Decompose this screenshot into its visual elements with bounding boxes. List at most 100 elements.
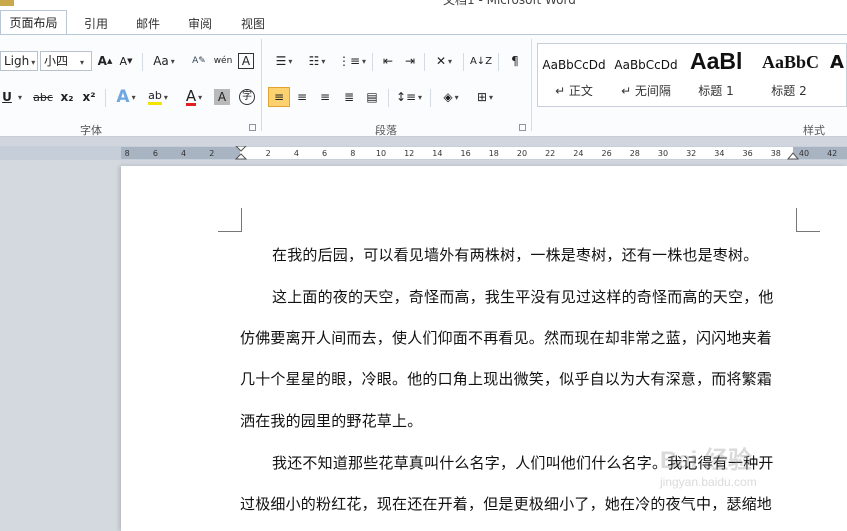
ruler-tick-label: 2 xyxy=(265,149,271,158)
borders-icon[interactable]: ⊞ ▾ xyxy=(471,87,499,107)
style-name: ↵ 正文 xyxy=(555,84,593,98)
horizontal-ruler[interactable]: 8 6 4 2 2 4 6 8 10 12 14 16 18 20 22 24 26 28 30 32 34 36 38 40… xyxy=(0,146,847,160)
font-color-button[interactable]: A ▾ xyxy=(179,87,209,107)
crop-mark-top-right xyxy=(796,208,820,232)
ruler-tick-label: 6 xyxy=(152,149,158,158)
bullets-button[interactable]: ☰ ▾ xyxy=(270,51,298,71)
styles-group-label: 样式 xyxy=(803,124,825,137)
character-border-button[interactable]: A xyxy=(238,53,254,69)
title-bar: 文档1 - Microsoft Word xyxy=(0,0,847,8)
character-shading-button[interactable]: A xyxy=(214,89,230,105)
ruler-tick-label: 34 xyxy=(714,149,725,158)
show-marks-button[interactable]: ¶ xyxy=(505,51,525,71)
ruler-tick-label: 40 xyxy=(798,149,810,158)
ruler-tick-label: 18 xyxy=(488,149,499,158)
document-line[interactable]: 洒在我的园里的野花草上。 xyxy=(240,410,800,431)
indent-marker-icon[interactable] xyxy=(235,146,247,160)
separator xyxy=(372,53,373,71)
font-size-select[interactable]: 小四 ▾ xyxy=(40,51,92,71)
line-spacing-button[interactable]: ↕≡ ▾ xyxy=(395,87,423,107)
underline-button[interactable]: U xyxy=(0,87,14,107)
style-sample: AaBbCcDd xyxy=(542,58,606,72)
ruler-tick-label: 6 xyxy=(322,149,328,158)
justify-button[interactable]: ≣ xyxy=(339,87,359,107)
separator xyxy=(142,53,143,71)
ruler-tick-label: 8 xyxy=(124,149,130,158)
style-more[interactable]: A xyxy=(828,44,846,106)
align-right-button[interactable]: ≡ xyxy=(315,87,335,107)
decrease-indent-button[interactable]: ⇤ xyxy=(378,51,398,71)
ruler-tick-label: 16 xyxy=(460,149,471,158)
align-center-button[interactable]: ≡ xyxy=(292,87,312,107)
chinese-layout-button[interactable]: ✕ ▾ xyxy=(430,51,458,71)
superscript-button[interactable]: x² xyxy=(80,87,98,107)
style-name: 标题 2 xyxy=(771,84,807,98)
numbering-button[interactable]: ☷ ▾ xyxy=(303,51,331,71)
watermark-url: jingyan.baidu.com xyxy=(660,475,757,489)
tab-review[interactable]: 审阅 xyxy=(188,15,212,32)
ruler-tick-label: 28 xyxy=(629,149,640,158)
group-separator xyxy=(531,39,532,131)
ruler-tick-label: 38 xyxy=(770,149,781,158)
shading-icon[interactable]: ◈ ▾ xyxy=(437,87,465,107)
change-case-button[interactable]: Aa ▾ xyxy=(150,51,178,71)
subscript-button[interactable]: x₂ xyxy=(58,87,76,107)
pinyin-guide-button[interactable]: wén xyxy=(213,51,233,71)
separator xyxy=(498,53,499,71)
distributed-button[interactable]: ▤ xyxy=(362,87,382,107)
document-line[interactable]: 几十个星星的眼，冷眼。他的口角上现出微笑，似乎自以为大有深意，而将繁霜 xyxy=(240,368,800,389)
shrink-font-button[interactable]: A ▼ xyxy=(118,51,134,71)
grow-font-button[interactable]: A ▲ xyxy=(97,51,113,71)
sort-button[interactable]: A↓Z xyxy=(470,51,492,71)
separator xyxy=(424,53,425,71)
enclose-character-button[interactable]: 字 xyxy=(238,87,256,107)
workspace-margin xyxy=(0,160,121,531)
paragraph-group-label: 段落 xyxy=(375,124,397,137)
separator xyxy=(388,89,389,107)
align-left-button[interactable]: ≡ xyxy=(268,87,290,107)
clear-format-icon[interactable]: A✎ xyxy=(190,51,208,71)
ruler-tick-label: 24 xyxy=(573,149,584,158)
ribbon-tabs: 页面布局 引用 邮件 审阅 视图 xyxy=(0,8,847,34)
ruler-tick-label: 4 xyxy=(181,149,187,158)
ruler-tick-label: 10 xyxy=(375,149,387,158)
increase-indent-button[interactable]: ⇥ xyxy=(400,51,420,71)
style-sample: AaBl xyxy=(690,48,743,74)
multilevel-list-button[interactable]: ⋮≡ ▾ xyxy=(337,51,367,71)
document-line[interactable]: 过极细小的粉红花，现在还在开着，但是更极细小了，她在冷的夜气中，瑟缩地 xyxy=(240,493,800,514)
underline-dropdown-icon[interactable]: ▾ xyxy=(14,87,24,107)
document-line[interactable]: 这上面的夜的天空，奇怪而高，我生平没有见过这样的奇怪而高的天空，他 xyxy=(272,286,832,307)
style-sample: AaBbCcDd xyxy=(614,58,678,72)
style-name: 标题 1 xyxy=(698,84,734,98)
save-icon[interactable] xyxy=(0,0,14,6)
style-heading-1[interactable]: AaBl 标题 1 xyxy=(682,44,750,106)
tab-mailings[interactable]: 邮件 xyxy=(136,15,160,32)
text-effect-button[interactable]: A ▾ xyxy=(112,87,140,107)
style-heading-2[interactable]: AaBbC 标题 2 xyxy=(754,44,824,106)
tab-page-layout[interactable]: 页面布局 xyxy=(0,10,67,34)
font-dialog-launcher[interactable] xyxy=(249,124,256,131)
ruler-tick-label: 32 xyxy=(686,149,697,158)
style-normal[interactable]: AaBbCcDd ↵ 正文 xyxy=(538,44,610,106)
group-separator xyxy=(261,39,262,131)
strikethrough-button[interactable]: abc xyxy=(33,87,53,107)
ruler-tick-label: 8 xyxy=(350,149,356,158)
tab-references[interactable]: 引用 xyxy=(84,15,108,32)
document-line[interactable]: 在我的后园，可以看见墙外有两株树，一株是枣树，还有一株也是枣树。 xyxy=(272,244,832,265)
ruler-tick-label: 2 xyxy=(209,149,215,158)
highlight-button[interactable]: ab ▾ xyxy=(143,87,173,107)
separator xyxy=(463,53,464,71)
font-group-label: 字体 xyxy=(80,124,102,137)
watermark: Bai 经验 jingyan.baidu.com xyxy=(660,440,757,489)
ruler-tick-label: 36 xyxy=(742,149,753,158)
watermark-text: Bai 经验 xyxy=(660,447,753,474)
paragraph-dialog-launcher[interactable] xyxy=(519,124,526,131)
style-sample: AaBbC xyxy=(762,52,820,72)
ruler-tick-label: 14 xyxy=(432,149,443,158)
tab-view[interactable]: 视图 xyxy=(241,15,265,32)
right-indent-marker-icon[interactable] xyxy=(787,151,799,160)
style-no-spacing[interactable]: AaBbCcDd ↵ 无间隔 xyxy=(610,44,682,106)
separator xyxy=(105,89,106,107)
document-line[interactable]: 仿佛要离开人间而去，使人们仰面不再看见。然而现在却非常之蓝，闪闪地夹着 xyxy=(240,327,800,348)
font-name-select[interactable]: Ligh ▾ xyxy=(0,51,38,71)
